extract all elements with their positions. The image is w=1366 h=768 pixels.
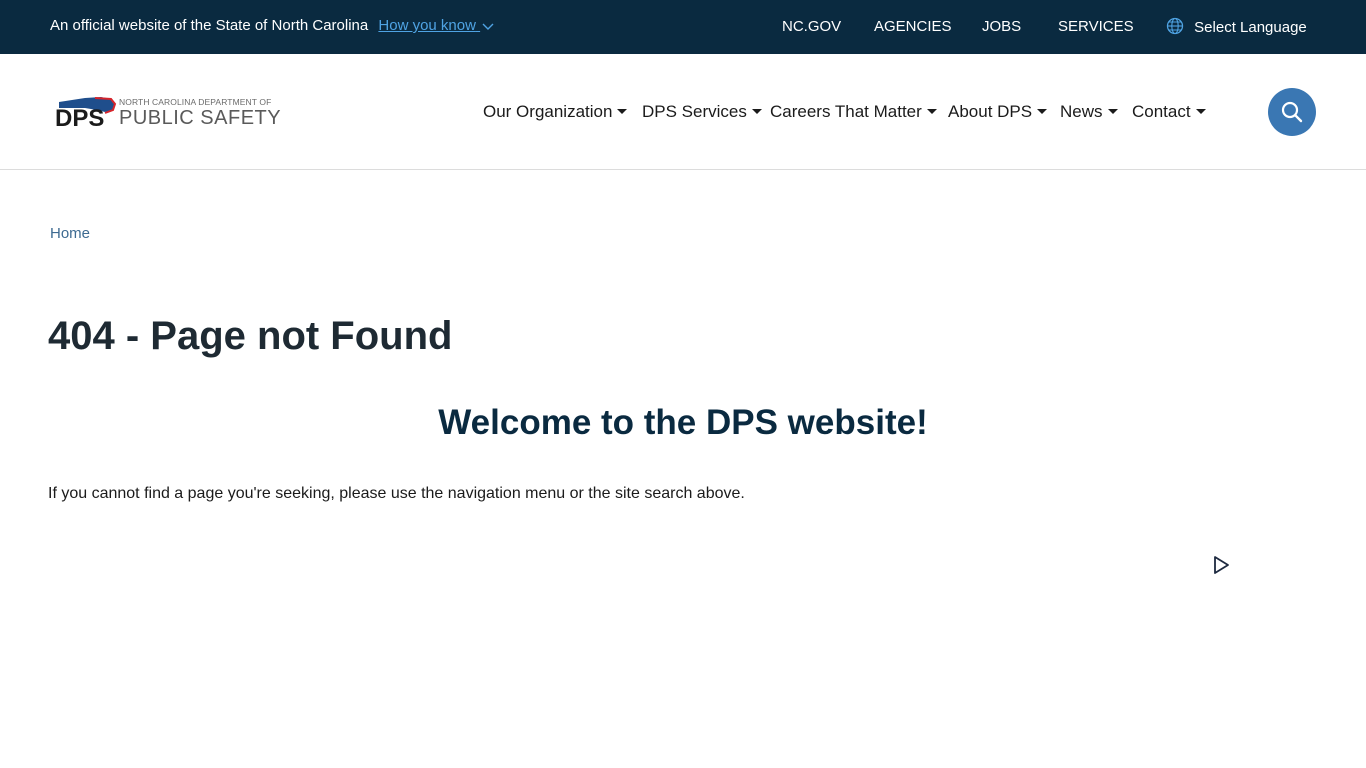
top-link-agencies[interactable]: AGENCIES — [874, 18, 952, 35]
caret-down-icon — [751, 109, 762, 114]
breadcrumb-home[interactable]: Home — [50, 225, 90, 242]
nav-label: Contact — [1132, 102, 1191, 121]
caret-down-icon — [617, 109, 628, 114]
nav-label: Our Organization — [483, 102, 613, 121]
play-icon[interactable] — [1210, 554, 1232, 576]
nav-label: Careers That Matter — [770, 102, 922, 121]
select-language[interactable]: Select Language — [1166, 17, 1307, 36]
nav-careers-that-matter[interactable]: Careers That Matter — [770, 102, 937, 122]
caret-down-icon — [1195, 109, 1206, 114]
nav-label: About DPS — [948, 102, 1033, 121]
nav-label: News — [1060, 102, 1103, 121]
help-text: If you cannot find a page you're seeking… — [48, 485, 745, 502]
search-button[interactable] — [1268, 88, 1316, 136]
nav-news[interactable]: News — [1060, 102, 1118, 122]
top-link-nc-gov[interactable]: NC.GOV — [782, 18, 841, 35]
nav-about-dps[interactable]: About DPS — [948, 102, 1048, 122]
globe-icon — [1166, 17, 1184, 35]
caret-down-icon — [1037, 109, 1048, 114]
main-nav: Our Organization DPS Services Careers Th… — [0, 102, 1366, 126]
page-title: 404 - Page not Found — [48, 314, 453, 358]
official-banner: An official website of the State of Nort… — [0, 0, 1366, 54]
nav-our-organization[interactable]: Our Organization — [483, 102, 628, 122]
top-links: NC.GOV AGENCIES JOBS SERVICES — [0, 18, 1366, 38]
select-language-label: Select Language — [1194, 19, 1307, 36]
welcome-heading: Welcome to the DPS website! — [438, 403, 928, 442]
top-link-services[interactable]: SERVICES — [1058, 18, 1134, 35]
nav-label: DPS Services — [642, 102, 747, 121]
caret-down-icon — [1107, 109, 1118, 114]
nav-contact[interactable]: Contact — [1132, 102, 1206, 122]
top-link-jobs[interactable]: JOBS — [982, 18, 1021, 35]
search-icon — [1281, 101, 1303, 123]
caret-down-icon — [926, 109, 937, 114]
site-header: DPS NORTH CAROLINA DEPARTMENT OF PUBLIC … — [0, 54, 1366, 170]
nav-dps-services[interactable]: DPS Services — [642, 102, 762, 122]
